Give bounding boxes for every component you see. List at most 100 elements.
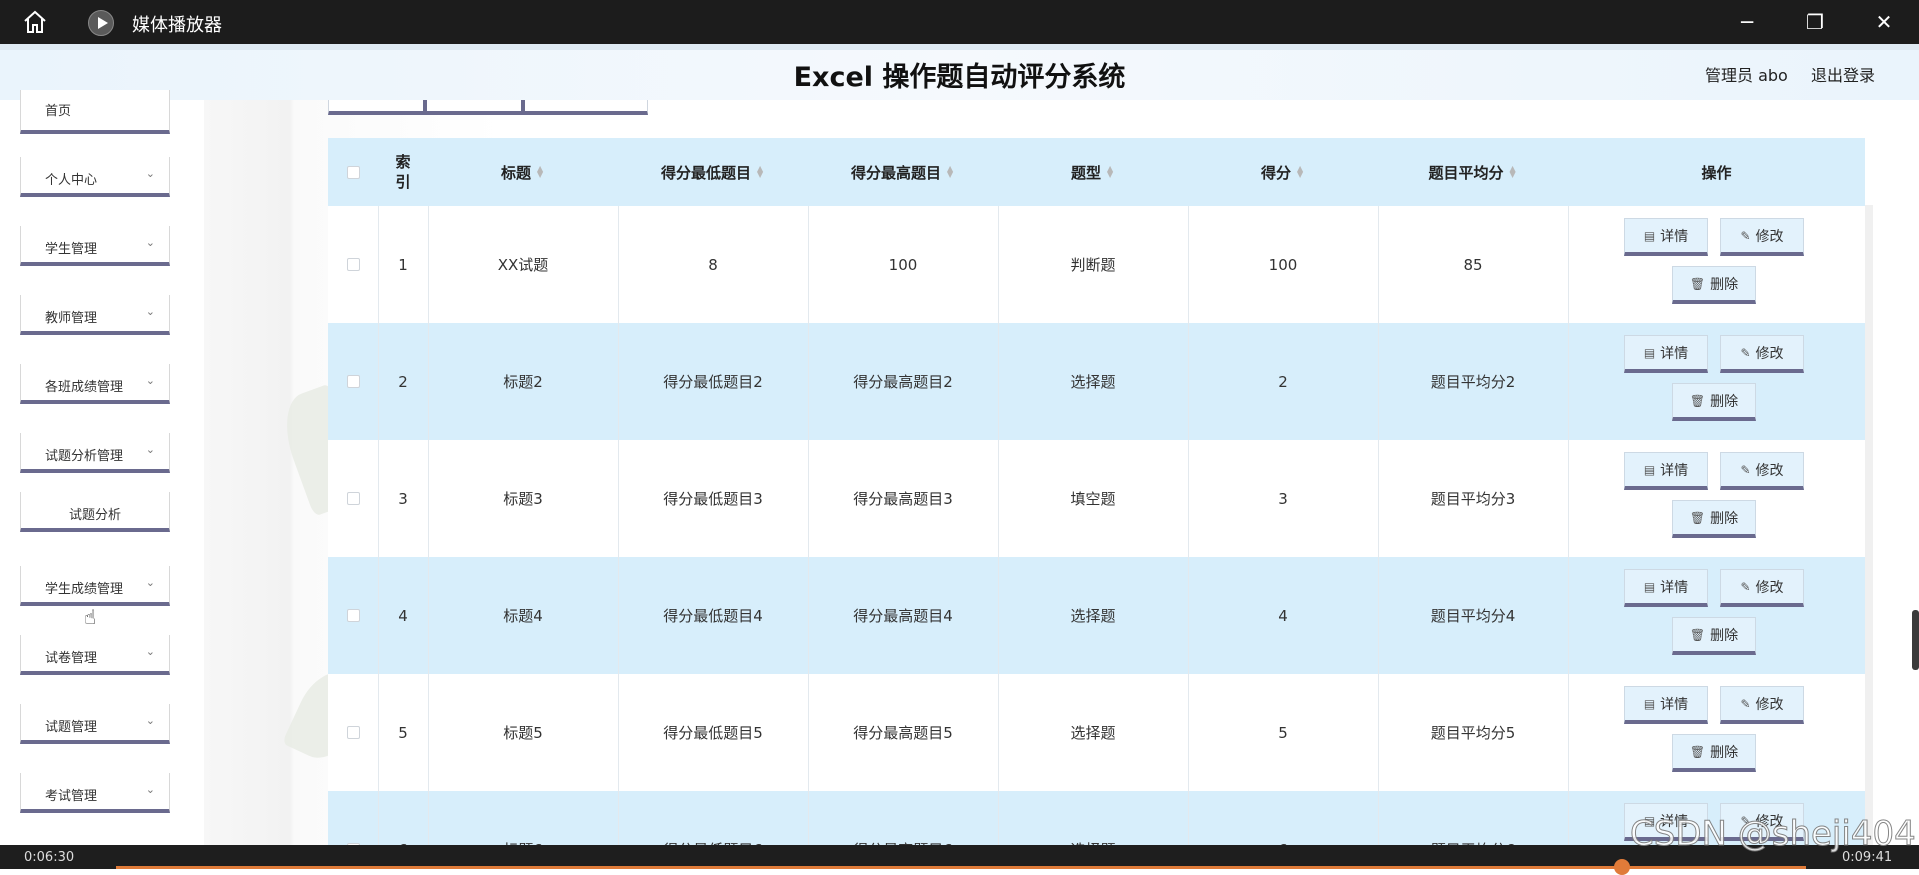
sort-icon[interactable]: ▲ ▼ — [757, 165, 765, 179]
current-time: 0:06:30 — [24, 850, 75, 865]
detail-label: 详情 — [1660, 696, 1689, 713]
sidebar-item-papers[interactable]: 试卷管理 ⌄ — [20, 635, 170, 675]
sidebar-item-exams[interactable]: 考试管理 ⌄ — [20, 773, 170, 813]
home-icon[interactable] — [22, 9, 48, 35]
cell-title: 标题2 — [503, 373, 543, 391]
edit-button[interactable]: ✎ 修改 — [1720, 218, 1804, 256]
minimize-button[interactable]: ─ — [1735, 10, 1759, 34]
sort-icon[interactable]: ▲ ▼ — [947, 165, 955, 179]
col-average[interactable]: 题目平均分 ▲ ▼ — [1378, 138, 1568, 206]
cell-min-score-question: 8 — [708, 255, 718, 274]
chevron-down-icon: ⌄ — [145, 783, 155, 796]
sort-icon[interactable]: ▲ ▼ — [537, 165, 545, 179]
column-divider — [1378, 206, 1379, 845]
logout-link[interactable]: 退出登录 — [1811, 62, 1875, 86]
edit-button[interactable]: ✎ 修改 — [1720, 569, 1804, 607]
tab-bar-remnant — [328, 100, 648, 115]
detail-button[interactable]: ▤ 详情 — [1624, 218, 1708, 256]
delete-button[interactable]: 🗑 删除 — [1672, 266, 1756, 304]
sidebar-item-profile[interactable]: 个人中心 ⌄ — [20, 157, 170, 197]
delete-label: 删除 — [1710, 744, 1739, 761]
cell-index: 3 — [398, 489, 408, 508]
edit-button[interactable]: ✎ 修改 — [1720, 335, 1804, 373]
delete-button[interactable]: 🗑 删除 — [1672, 617, 1756, 655]
sort-icon[interactable]: ▲ ▼ — [1107, 165, 1115, 179]
sidebar-item-questions[interactable]: 试题管理 ⌄ — [20, 704, 170, 744]
row-checkbox[interactable] — [346, 375, 360, 388]
cell-title: 标题3 — [503, 490, 543, 508]
col-min-score-question[interactable]: 得分最低题目 ▲ ▼ — [618, 138, 808, 206]
delete-button[interactable]: 🗑 删除 — [1672, 734, 1756, 772]
cell-index: 4 — [398, 606, 408, 625]
col-index: 索 引 — [395, 153, 411, 191]
column-divider — [1188, 206, 1189, 845]
edit-icon: ✎ — [1740, 462, 1751, 477]
edit-label: 修改 — [1755, 696, 1784, 713]
col-actions: 操作 — [1701, 163, 1732, 182]
sidebar-item-students[interactable]: 学生管理 ⌄ — [20, 226, 170, 266]
delete-label: 删除 — [1710, 510, 1739, 527]
column-divider — [618, 206, 619, 845]
detail-icon: ▤ — [1643, 579, 1656, 594]
cell-max-score-question: 得分最高题目6 — [808, 791, 998, 845]
progress-handle[interactable] — [1614, 859, 1630, 875]
row-checkbox[interactable] — [346, 492, 360, 505]
cell-average: 题目平均分3 — [1430, 490, 1516, 508]
cell-index: 2 — [398, 372, 408, 391]
cell-min-score-question: 得分最低题目6 — [618, 791, 808, 845]
sidebar-item-question-analysis-mgmt[interactable]: 试题分析管理 ⌄ — [20, 433, 170, 473]
restore-button[interactable]: ❐ — [1803, 10, 1827, 34]
col-score[interactable]: 得分 ▲ ▼ — [1188, 138, 1378, 206]
delete-label: 删除 — [1710, 627, 1739, 644]
detail-button[interactable]: ▤ 详情 — [1624, 335, 1708, 373]
delete-button[interactable]: 🗑 删除 — [1672, 500, 1756, 538]
col-title-label: 标题 — [500, 163, 531, 182]
detail-button[interactable]: ▤ 详情 — [1624, 686, 1708, 724]
row-checkbox[interactable] — [346, 726, 360, 739]
detail-icon: ▤ — [1643, 462, 1656, 477]
row-checkbox[interactable] — [346, 258, 360, 271]
chevron-down-icon: ⌄ — [145, 305, 155, 318]
sidebar-item-home[interactable]: 首页 — [20, 90, 170, 134]
detail-label: 详情 — [1660, 345, 1689, 362]
cell-score: 4 — [1278, 606, 1288, 625]
col-title[interactable]: 标题 ▲ ▼ — [428, 138, 618, 206]
sort-icon[interactable]: ▲ ▼ — [1297, 165, 1305, 179]
sidebar-item-student-scores[interactable]: 学生成绩管理 ⌄ — [20, 566, 170, 606]
sidebar-item-class-scores[interactable]: 各班成绩管理 ⌄ — [20, 364, 170, 404]
delete-button[interactable]: 🗑 删除 — [1672, 383, 1756, 421]
col-max-score-question[interactable]: 得分最高题目 ▲ ▼ — [808, 138, 998, 206]
edit-icon: ✎ — [1740, 345, 1751, 360]
delete-icon: 🗑 — [1689, 744, 1706, 759]
select-all-checkbox[interactable] — [346, 165, 360, 179]
delete-icon: 🗑 — [1689, 393, 1706, 408]
close-button[interactable]: ✕ — [1872, 10, 1896, 34]
cell-type: 选择题 — [1070, 373, 1116, 391]
app-header: Excel 操作题自动评分系统 管理员 abo 退出登录 — [0, 50, 1919, 100]
user-label: 管理员 abo — [1705, 66, 1788, 85]
row-select-cell — [328, 440, 378, 557]
detail-button[interactable]: ▤ 详情 — [1624, 452, 1708, 490]
content-scrollbar[interactable] — [1865, 205, 1873, 845]
cell-min-score-question: 得分最低题目3 — [663, 490, 763, 508]
sidebar-item-teachers[interactable]: 教师管理 ⌄ — [20, 295, 170, 335]
edit-button[interactable]: ✎ 修改 — [1720, 452, 1804, 490]
sidebar-subitem-question-analysis[interactable]: 试题分析 — [20, 492, 170, 532]
cell-title: XX试题 — [497, 256, 549, 274]
cell-max-score-question: 得分最高题目3 — [853, 490, 953, 508]
page-scrollbar-thumb[interactable] — [1912, 610, 1919, 670]
cell-average: 题目平均分2 — [1430, 373, 1516, 391]
col-type[interactable]: 题型 ▲ ▼ — [998, 138, 1188, 206]
detail-label: 详情 — [1660, 579, 1689, 596]
cell-max-score-question: 得分最高题目4 — [853, 607, 953, 625]
edit-label: 修改 — [1755, 579, 1784, 596]
chevron-down-icon: ⌄ — [145, 443, 155, 456]
sidebar-item-label: 考试管理 — [45, 789, 98, 804]
row-checkbox[interactable] — [346, 609, 360, 622]
table-row: 2 标题2 得分最低题目2 得分最高题目2 选择题 2 题目平均分2 ▤ 详情 ✎… — [328, 323, 1865, 441]
sort-icon[interactable]: ▲ ▼ — [1510, 165, 1518, 179]
detail-button[interactable]: ▤ 详情 — [1624, 569, 1708, 607]
table-row: 5 标题5 得分最低题目5 得分最高题目5 选择题 5 题目平均分5 ▤ 详情 ✎… — [328, 674, 1865, 792]
table-header: 索 引 标题 ▲ ▼ 得分最低题目 ▲ ▼ 得分最高题目 ▲ ▼ 题型 ▲ ▼ 得分 ▲ ▼ 题目平… — [328, 138, 1865, 206]
edit-button[interactable]: ✎ 修改 — [1720, 686, 1804, 724]
